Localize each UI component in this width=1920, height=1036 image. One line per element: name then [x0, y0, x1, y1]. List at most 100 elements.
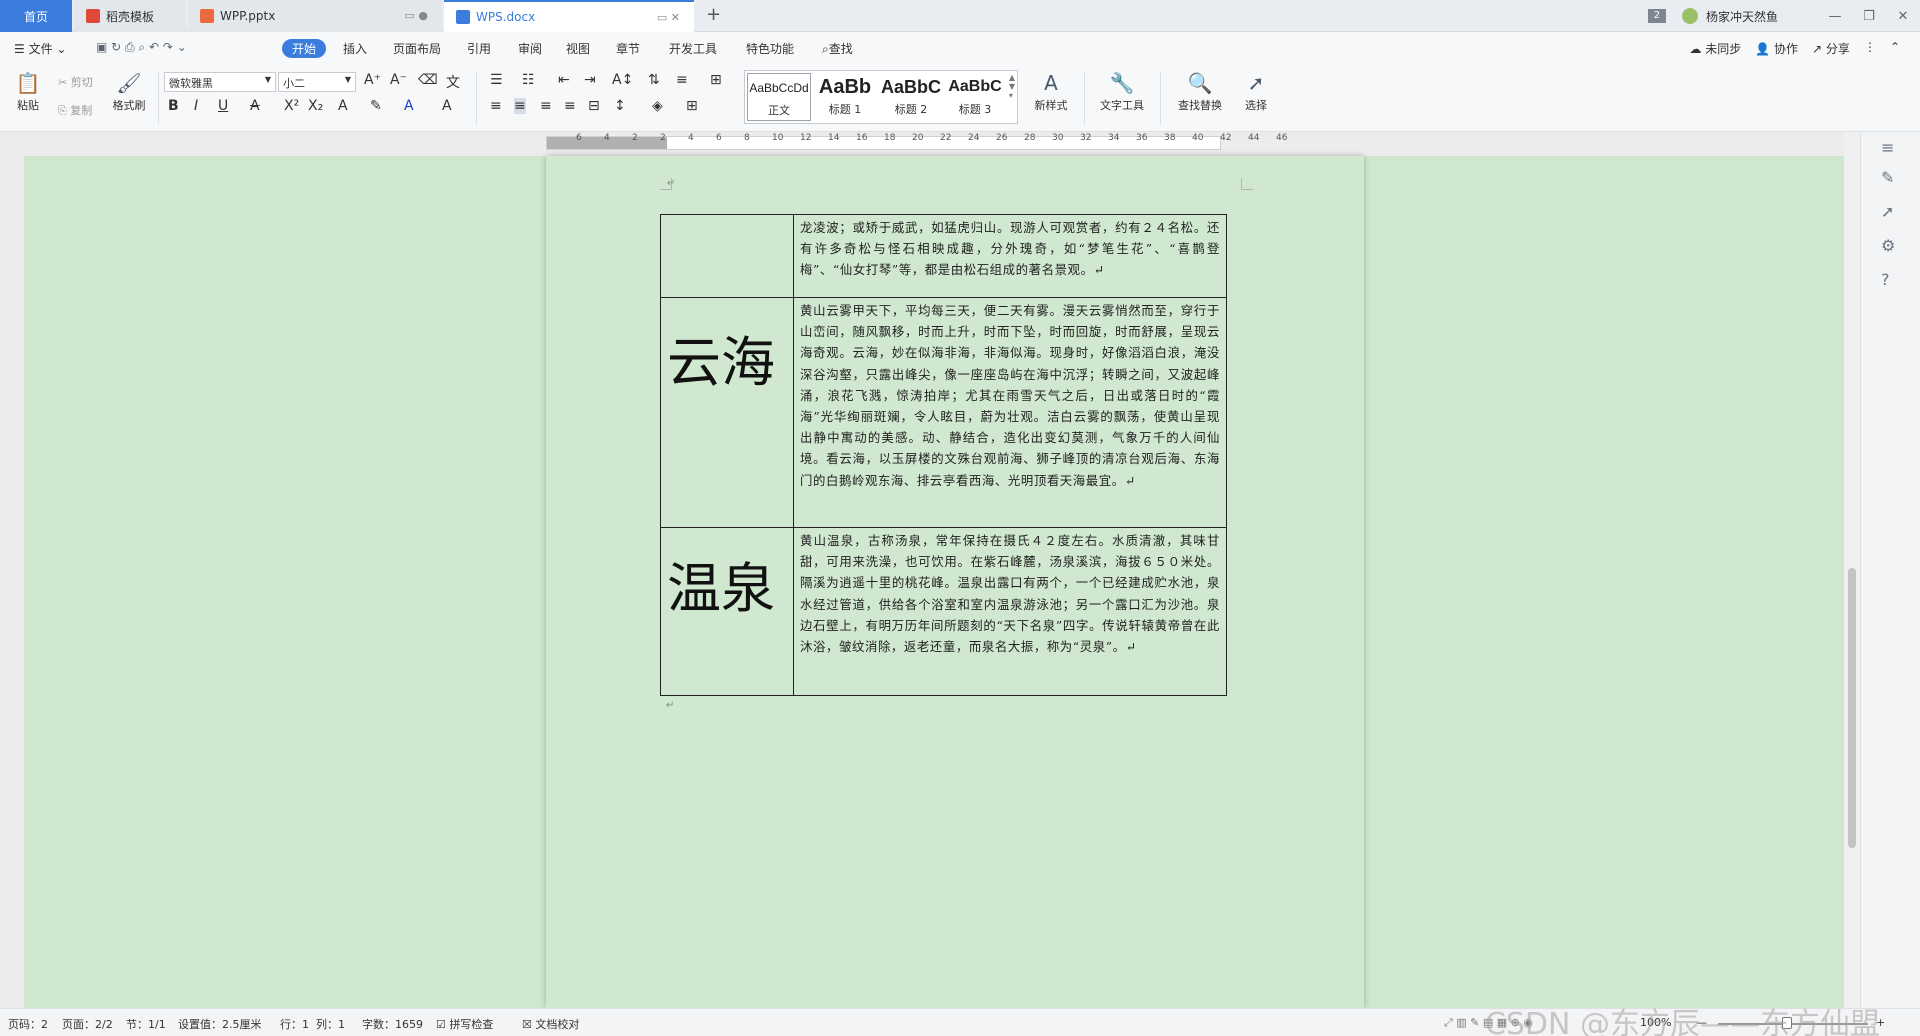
menu-tab-layout[interactable]: 页面布局: [393, 40, 441, 57]
style-gallery-scroll-icon[interactable]: ▲ ▼ ▾: [1009, 73, 1015, 100]
clear-format-icon[interactable]: ⌫: [418, 72, 438, 88]
sort-icon[interactable]: ⇅: [648, 72, 660, 88]
shrink-font-icon[interactable]: A⁻: [390, 72, 407, 88]
text-tools-button[interactable]: 🔧 文字工具: [1092, 72, 1152, 113]
pen-icon[interactable]: ✎: [1881, 168, 1894, 187]
highlight-icon[interactable]: ✎: [370, 98, 382, 114]
distributed-icon[interactable]: ⊟: [588, 98, 600, 114]
horizontal-ruler[interactable]: 6 4 2 2 4 6 8 10 12 14 16 18 20 22 24 26 28 30 32 34 36 38 40 4…: [0, 132, 1920, 156]
tab-docx-close-icon[interactable]: ▭ ✕: [657, 11, 680, 24]
table-text-cell[interactable]: 龙凌波；或矫于威武，如猛虎归山。现游人可观赏者，约有２４名松。还有许多奇松与怪石…: [793, 214, 1227, 298]
scrollbar-thumb[interactable]: [1848, 568, 1856, 848]
table-label-cell[interactable]: [660, 214, 794, 298]
document-page[interactable]: ↵ 龙凌波；或矫于威武，如猛虎归山。现游人可观赏者，约有２４名松。还有许多奇松与…: [546, 156, 1364, 1008]
settings-sliders-icon[interactable]: ⚙: [1881, 236, 1895, 255]
table-text-cell[interactable]: 黄山温泉，古称汤泉，常年保持在摄氏４２度左右。水质清澈，其味甘甜，可用来洗澡，也…: [793, 527, 1227, 696]
find-replace-button[interactable]: 🔍 查找替换: [1170, 72, 1230, 113]
table-label-cell[interactable]: 温泉: [660, 527, 794, 696]
grow-font-icon[interactable]: A⁺: [364, 72, 381, 88]
pane-menu-icon[interactable]: ≡: [1881, 138, 1894, 157]
tab-pptx-controls[interactable]: ▭ ●: [405, 9, 429, 22]
vertical-scrollbar[interactable]: [1844, 132, 1860, 1008]
sync-status[interactable]: ☁ 未同步: [1689, 40, 1741, 57]
new-tab-button[interactable]: +: [706, 4, 721, 25]
collapse-ribbon-icon[interactable]: ⌃: [1890, 40, 1900, 57]
tab-template[interactable]: 稻壳模板: [74, 0, 186, 32]
status-word-count[interactable]: 字数：1659: [362, 1016, 423, 1032]
select-button[interactable]: ➚ 选择: [1236, 72, 1276, 113]
increase-indent-icon[interactable]: ⇥: [584, 72, 596, 88]
paragraph-spacing-icon[interactable]: ↕: [614, 98, 626, 114]
pointer-icon[interactable]: ➚: [1881, 202, 1894, 221]
strikethrough-button[interactable]: A: [250, 98, 260, 114]
menu-tab-developer[interactable]: 开发工具: [669, 40, 717, 57]
font-size-select[interactable]: 小二 ▼: [278, 72, 356, 92]
table-text-cell[interactable]: 黄山云雾甲天下，平均每三天，便二天有雾。漫天云雾悄然而至，穿行于山峦间，随风飘移…: [793, 297, 1227, 528]
borders-icon[interactable]: ⊞: [686, 98, 698, 114]
quick-access-toolbar[interactable]: ▣ ↻ ⎙ ⌕ ↶ ↷ ⌄: [96, 40, 187, 55]
numbered-list-icon[interactable]: ☷: [522, 72, 535, 88]
style-heading-1[interactable]: AaBb 标题 1: [813, 73, 877, 117]
justify-icon[interactable]: ≡: [564, 98, 576, 114]
align-right-icon[interactable]: ≡: [540, 98, 552, 114]
user-avatar[interactable]: [1681, 8, 1698, 24]
tab-pptx[interactable]: WPP.pptx ▭ ●: [188, 0, 442, 32]
shading-icon[interactable]: ◈: [652, 98, 663, 114]
menu-tab-chapter[interactable]: 章节: [616, 40, 640, 57]
decrease-indent-icon[interactable]: ⇤: [558, 72, 570, 88]
align-left-icon[interactable]: ≡: [490, 98, 502, 114]
status-pages[interactable]: 页面：2/2: [62, 1016, 113, 1032]
menu-tab-special[interactable]: 特色功能: [746, 40, 794, 57]
menu-search[interactable]: ⌕查找: [822, 40, 853, 57]
font-name-select[interactable]: 微软雅黑 ▼: [164, 72, 276, 92]
char-shading-icon[interactable]: A: [442, 98, 452, 114]
table-label-cell[interactable]: 云海: [660, 297, 794, 528]
italic-button[interactable]: I: [194, 98, 198, 114]
user-name[interactable]: 杨家冲天然鱼: [1706, 8, 1778, 25]
tab-home[interactable]: 首页: [0, 0, 72, 32]
superscript-button[interactable]: X²: [284, 98, 299, 114]
text-effect-icon[interactable]: A: [338, 98, 348, 114]
spell-check-button[interactable]: ☑ 拼写检查: [436, 1016, 493, 1032]
subscript-button[interactable]: X₂: [308, 98, 323, 114]
share-button[interactable]: ↗ 分享: [1812, 40, 1850, 57]
content-table[interactable]: 龙凌波；或矫于威武，如猛虎归山。现游人可观赏者，约有２４名松。还有许多奇松与怪石…: [660, 214, 1227, 696]
font-color-icon[interactable]: A: [404, 98, 414, 114]
status-section[interactable]: 节：1/1: [126, 1016, 166, 1032]
close-button[interactable]: ✕: [1886, 9, 1920, 24]
status-setting[interactable]: 设置值：2.5厘米: [178, 1016, 262, 1032]
text-direction-icon[interactable]: A↕: [612, 72, 633, 88]
window-count-badge[interactable]: 2: [1647, 9, 1666, 23]
help-icon[interactable]: ?: [1881, 270, 1890, 289]
copy-button[interactable]: ⎘ 复制: [58, 102, 92, 118]
new-style-button[interactable]: A 新样式: [1026, 72, 1076, 113]
menu-tab-references[interactable]: 引用: [467, 40, 491, 57]
bullet-list-icon[interactable]: ☰: [490, 72, 503, 88]
menu-tab-view[interactable]: 视图: [566, 40, 590, 57]
collaborate-button[interactable]: 👤 协作: [1755, 40, 1798, 57]
line-spacing-icon[interactable]: ≡: [676, 72, 688, 88]
align-center-icon[interactable]: ≡: [514, 98, 526, 114]
menu-tab-start[interactable]: 开始: [282, 39, 327, 58]
phonetic-icon[interactable]: 文: [446, 72, 460, 92]
restore-button[interactable]: ❐: [1852, 9, 1886, 24]
status-page-code[interactable]: 页码：2: [8, 1016, 48, 1032]
tab-docx[interactable]: WPS.docx ▭ ✕: [444, 0, 694, 32]
status-col[interactable]: 列：1: [316, 1016, 345, 1032]
status-row[interactable]: 行：1: [280, 1016, 309, 1032]
menu-tab-insert[interactable]: 插入: [343, 40, 367, 57]
bold-button[interactable]: B: [168, 98, 179, 114]
format-painter-button[interactable]: 🖌 格式刷: [108, 72, 150, 113]
doc-proof-button[interactable]: ☒ 文档校对: [522, 1016, 579, 1032]
file-menu[interactable]: ☰ 文件 ⌄: [14, 40, 66, 57]
cut-button[interactable]: ✂ 剪切: [58, 74, 93, 90]
menu-tab-review[interactable]: 审阅: [518, 40, 542, 57]
style-normal[interactable]: AaBbCcDd 正文: [747, 73, 811, 121]
underline-button[interactable]: U: [218, 98, 228, 114]
table-grid-icon[interactable]: ⊞: [710, 72, 722, 88]
more-options-icon[interactable]: ⋮: [1864, 40, 1876, 57]
style-heading-3[interactable]: AaBbC 标题 3: [943, 73, 1007, 117]
paste-button[interactable]: 📋 粘贴: [10, 72, 46, 113]
style-heading-2[interactable]: AaBbC 标题 2: [879, 73, 943, 117]
minimize-button[interactable]: —: [1818, 9, 1852, 24]
